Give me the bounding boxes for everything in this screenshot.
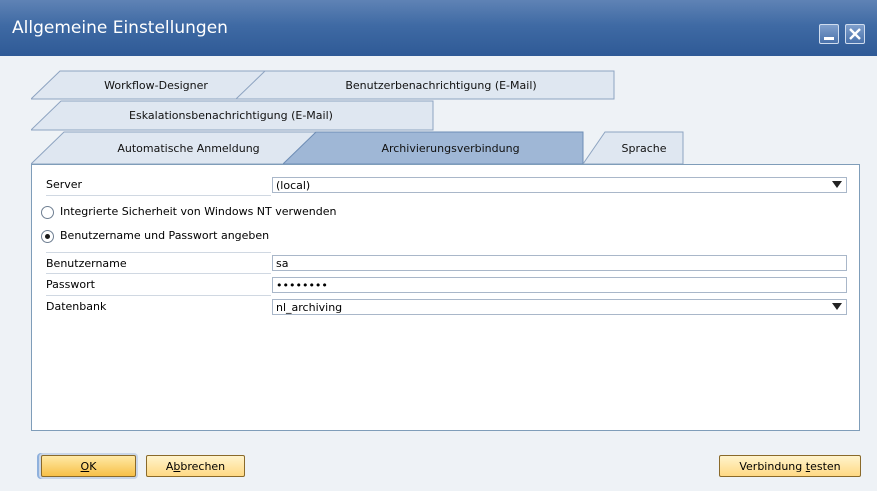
cancel-button[interactable]: Abbrechen — [146, 455, 245, 477]
radio-username-password-label: Benutzername und Passwort angeben — [60, 229, 270, 242]
tab-label: Archivierungsverbindung — [381, 141, 520, 155]
divider — [46, 295, 271, 296]
ok-button-label: OK — [80, 459, 97, 473]
window-title: Allgemeine Einstellungen — [12, 18, 228, 38]
ok-button[interactable]: OK — [41, 455, 136, 477]
database-value: nl_archiving — [276, 301, 343, 314]
radio-username-password[interactable] — [41, 230, 54, 243]
close-icon — [849, 28, 861, 40]
username-field[interactable]: sa — [272, 255, 847, 271]
chevron-down-icon — [832, 181, 842, 188]
server-label: Server — [46, 178, 83, 191]
minimize-icon — [824, 37, 834, 40]
tab-workflow-designer[interactable]: Workflow-Designer — [31, 70, 267, 100]
tab-archive-connection[interactable]: Archivierungsverbindung — [283, 131, 605, 165]
minimize-button[interactable] — [819, 24, 839, 44]
radio-selected-dot — [45, 234, 50, 239]
divider — [46, 195, 271, 196]
database-dropdown[interactable]: nl_archiving — [272, 299, 847, 315]
radio-windows-security[interactable] — [41, 206, 54, 219]
cancel-button-label: Abbrechen — [165, 459, 226, 473]
chevron-down-icon — [832, 303, 842, 310]
tab-label: Sprache — [621, 141, 667, 155]
radio-windows-security-label: Integrierte Sicherheit von Windows NT ve… — [60, 205, 337, 218]
tab-label: Eskalationsbenachrichtigung (E-Mail) — [129, 109, 333, 122]
username-value: sa — [276, 257, 289, 270]
tab-label: Benutzerbenachrichtigung (E-Mail) — [345, 78, 537, 92]
server-value: (local) — [276, 179, 311, 192]
tab-user-notification[interactable]: Benutzerbenachrichtigung (E-Mail) — [236, 70, 616, 100]
title-bar: Allgemeine Einstellungen — [0, 0, 877, 56]
password-value: •••••••• — [276, 279, 328, 292]
test-connection-button-label: Verbindung testen — [739, 459, 841, 473]
test-connection-button[interactable]: Verbindung testen — [719, 455, 861, 477]
tab-label: Automatische Anmeldung — [117, 141, 260, 155]
tab-language[interactable]: Sprache — [583, 131, 685, 165]
server-dropdown[interactable]: (local) — [272, 177, 847, 193]
close-button[interactable] — [845, 24, 865, 44]
password-label: Passwort — [46, 278, 95, 291]
database-label: Datenbank — [46, 300, 107, 313]
tab-escalation-notification[interactable]: Eskalationsbenachrichtigung (E-Mail) — [31, 100, 435, 131]
divider — [46, 252, 271, 253]
password-field[interactable]: •••••••• — [272, 277, 847, 293]
tab-label: Workflow-Designer — [104, 78, 208, 92]
divider — [46, 273, 271, 274]
tab-automatic-login[interactable]: Automatische Anmeldung — [31, 131, 321, 165]
username-label: Benutzername — [46, 257, 127, 270]
